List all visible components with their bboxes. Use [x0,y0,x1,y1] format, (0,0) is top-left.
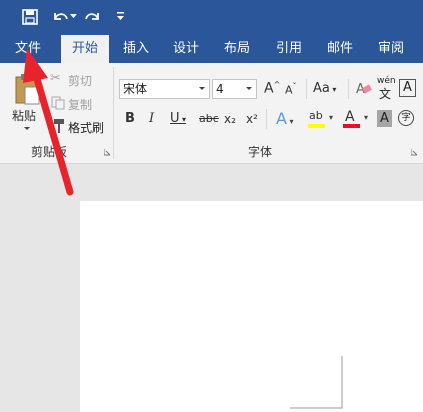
annotation-arrow-icon [23,48,74,196]
